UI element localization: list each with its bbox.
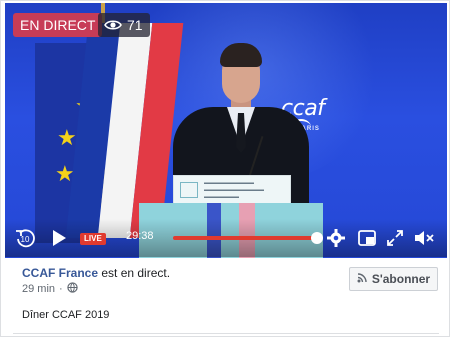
eye-icon (104, 19, 122, 31)
live-indicator: LIVE (80, 233, 106, 245)
viewer-count-badge: 71 (98, 13, 150, 37)
post-author-line: CCAF France est en direct. (22, 266, 170, 280)
rss-icon (357, 272, 367, 286)
page-name-link[interactable]: CCAF France (22, 266, 98, 280)
picture-in-picture-icon[interactable] (354, 225, 380, 251)
divider (13, 333, 439, 334)
post-meta: 29 min · (22, 282, 78, 296)
progress-scrubber[interactable] (311, 232, 323, 244)
play-icon[interactable] (46, 225, 72, 251)
live-badge: EN DIRECT (13, 13, 103, 37)
globe-icon[interactable] (67, 282, 78, 296)
subscribe-button[interactable]: S'abonner (349, 267, 438, 291)
video-controls-bar: 10 LIVE 29:38 (5, 219, 447, 257)
post-time[interactable]: 29 min (22, 283, 55, 295)
volume-muted-icon[interactable] (411, 225, 437, 251)
live-status-text: est en direct. (98, 266, 171, 280)
meta-separator: · (59, 283, 63, 295)
progress-bar[interactable] (173, 236, 317, 240)
rewind-10-icon[interactable]: 10 (12, 225, 38, 251)
video-post-card: ★ ★ ★ ★ ccaf PARIS ▬▬▬▬▬▬▬▬▬▬ ▬▬▬▬▬▬▬▬▬▬… (0, 0, 450, 337)
svg-text:10: 10 (21, 235, 30, 244)
fullscreen-icon[interactable] (382, 225, 408, 251)
subscribe-label: S'abonner (371, 272, 431, 286)
elapsed-time: 29:38 (126, 230, 154, 242)
flag-star: ★ (57, 125, 77, 150)
settings-gear-icon[interactable] (323, 225, 349, 251)
post-caption: Dîner CCAF 2019 (22, 309, 110, 321)
viewer-count: 71 (127, 17, 143, 33)
